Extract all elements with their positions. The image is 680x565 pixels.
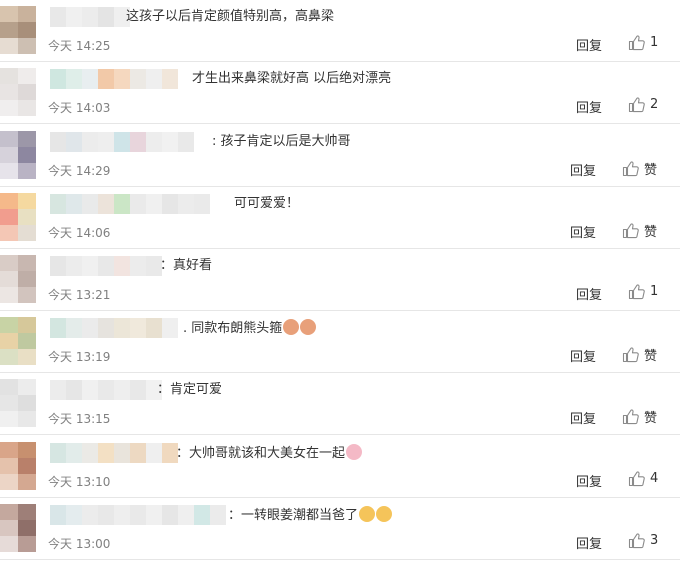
comment-text: ：真好看 xyxy=(160,257,212,275)
username-blurred[interactable] xyxy=(50,256,162,276)
username-blurred[interactable] xyxy=(50,318,178,338)
avatar[interactable] xyxy=(0,379,36,427)
comment-row: ：大帅哥就该和大美女在一起今天 13:10 回复 4 xyxy=(0,436,680,498)
avatar[interactable] xyxy=(0,6,36,54)
like-button[interactable]: 赞 xyxy=(622,221,657,240)
comment-text-content: ：真好看 xyxy=(160,258,213,273)
like-count: 赞 xyxy=(644,411,658,426)
comment-list: 这孩子以后肯定颜值特别高，高鼻梁今天 14:25 回复 1 才生出来鼻梁就好高 以后绝… xyxy=(0,0,680,565)
like-count: 4 xyxy=(650,471,659,486)
reply-button[interactable]: 回复 xyxy=(576,533,602,552)
comment-time: 今天 14:06 xyxy=(48,226,111,240)
thumbs-up-icon xyxy=(628,35,645,51)
username-blurred[interactable] xyxy=(50,505,226,525)
comment-time: 今天 14:03 xyxy=(48,101,111,115)
reply-button[interactable]: 回复 xyxy=(576,284,602,303)
thumbs-up-icon xyxy=(628,533,645,549)
comment-time: 今天 13:21 xyxy=(48,288,111,302)
reply-button[interactable]: 回复 xyxy=(576,471,602,490)
like-count: 赞 xyxy=(644,163,658,178)
comment-text: 才生出来鼻梁就好高 以后绝对漂亮 xyxy=(192,70,391,88)
comment-time: 今天 14:29 xyxy=(48,164,111,178)
reply-button[interactable]: 回复 xyxy=(576,97,602,116)
comment-text: 这孩子以后肯定颜值特别高，高鼻梁 xyxy=(126,8,334,26)
comment-row: ：肯定可爱今天 13:15 回复 赞 xyxy=(0,373,680,435)
username-blurred[interactable] xyxy=(50,7,130,27)
comment-text-content: 才生出来鼻梁就好高 以后绝对漂亮 xyxy=(192,71,392,86)
username-blurred[interactable] xyxy=(50,443,178,463)
like-button[interactable]: 2 xyxy=(628,96,658,113)
thumbs-up-icon xyxy=(622,223,639,239)
comment-text: . 同款布朗熊头箍 xyxy=(183,319,317,338)
avatar[interactable] xyxy=(0,193,36,241)
comment-time: 今天 13:15 xyxy=(48,412,111,426)
like-count: 1 xyxy=(650,284,659,299)
avatar[interactable] xyxy=(0,504,36,552)
comment-text: ：大帅哥就该和大美女在一起 xyxy=(176,444,363,463)
comment-text-content: . 同款布朗熊头箍 xyxy=(183,321,283,336)
like-count: 赞 xyxy=(644,349,658,364)
emoji-icon xyxy=(300,319,317,335)
emoji-icon xyxy=(376,506,393,522)
username-blurred[interactable] xyxy=(50,69,178,89)
like-button[interactable]: 1 xyxy=(628,34,658,51)
comment-row: 可可爱爱！ 今天 14:06 回复 赞 xyxy=(0,187,680,249)
comment-row: 这孩子以后肯定颜值特别高，高鼻梁今天 14:25 回复 1 xyxy=(0,0,680,62)
like-button[interactable]: 赞 xyxy=(622,345,657,364)
reply-button[interactable]: 回复 xyxy=(570,408,596,427)
comment-text-content: ：肯定可爱 xyxy=(157,382,223,397)
like-button[interactable]: 赞 xyxy=(622,407,657,426)
reply-button[interactable]: 回复 xyxy=(570,222,596,241)
comment-row: ：真好看今天 13:21 回复 1 xyxy=(0,249,680,311)
emoji-icon xyxy=(359,506,376,522)
comment-text-content: 这孩子以后肯定颜值特别高，高鼻梁 xyxy=(126,9,335,24)
like-button[interactable]: 3 xyxy=(628,532,658,549)
comment-row: ：一转眼姜潮都当爸了今天 13:00 回复 3 xyxy=(0,498,680,560)
reply-button[interactable]: 回复 xyxy=(570,160,596,179)
like-button[interactable]: 赞 xyxy=(622,159,657,178)
thumbs-up-icon xyxy=(622,409,639,425)
avatar[interactable] xyxy=(0,68,36,116)
comment-text: ：一转眼姜潮都当爸了 xyxy=(228,506,393,525)
like-button[interactable]: 4 xyxy=(628,470,658,487)
username-blurred[interactable] xyxy=(50,132,194,152)
reply-button[interactable]: 回复 xyxy=(570,346,596,365)
thumbs-up-icon xyxy=(622,161,639,177)
emoji-icon xyxy=(283,319,300,335)
like-count: 3 xyxy=(650,533,659,548)
comment-text-content: 可可爱爱！ xyxy=(234,196,300,211)
avatar[interactable] xyxy=(0,255,36,303)
comment-text: ：肯定可爱 xyxy=(157,381,222,399)
comment-time: 今天 13:19 xyxy=(48,350,111,364)
like-count: 1 xyxy=(650,35,659,50)
comment-text-content: : 孩子肯定以后是大帅哥 xyxy=(212,134,351,149)
comment-time: 今天 13:00 xyxy=(48,537,111,551)
username-blurred[interactable] xyxy=(50,380,162,400)
emoji-icon xyxy=(346,444,363,460)
avatar[interactable] xyxy=(0,442,36,490)
thumbs-up-icon xyxy=(628,284,645,300)
comment-text: 可可爱爱！ xyxy=(234,195,299,213)
comment-time: 今天 14:25 xyxy=(48,39,111,53)
thumbs-up-icon xyxy=(628,97,645,113)
comment-row: : 孩子肯定以后是大帅哥今天 14:29 回复 赞 xyxy=(0,125,680,187)
comment-text: : 孩子肯定以后是大帅哥 xyxy=(212,133,351,151)
like-count: 2 xyxy=(650,97,659,112)
username-blurred[interactable] xyxy=(50,194,210,214)
comment-row: 才生出来鼻梁就好高 以后绝对漂亮今天 14:03 回复 2 xyxy=(0,62,680,124)
reply-button[interactable]: 回复 xyxy=(576,35,602,54)
avatar[interactable] xyxy=(0,317,36,365)
comment-text-content: ：一转眼姜潮都当爸了 xyxy=(228,508,359,523)
comment-row: . 同款布朗熊头箍今天 13:19 回复 赞 xyxy=(0,311,680,373)
like-count: 赞 xyxy=(644,225,658,240)
thumbs-up-icon xyxy=(628,471,645,487)
avatar[interactable] xyxy=(0,131,36,179)
like-button[interactable]: 1 xyxy=(628,283,658,300)
comment-text-content: ：大帅哥就该和大美女在一起 xyxy=(176,446,346,461)
comment-time: 今天 13:10 xyxy=(48,475,111,489)
thumbs-up-icon xyxy=(622,347,639,363)
